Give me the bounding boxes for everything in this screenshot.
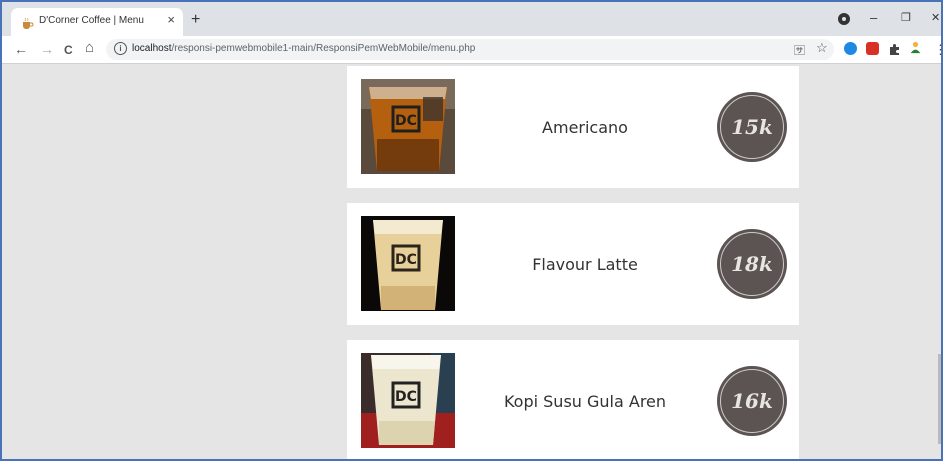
- address-bar[interactable]: i localhost/responsi-pemwebmobile1-main/…: [106, 39, 834, 60]
- americano-product-image: DC: [361, 79, 455, 174]
- price-text: 15k: [731, 115, 773, 139]
- chrome-profile-icon[interactable]: [838, 13, 850, 25]
- product-name: Kopi Susu Gula Aren: [503, 391, 667, 411]
- browser-window: D'Corner Coffee | Menu × + – ❐ ✕ ← → C ⌂…: [0, 0, 943, 461]
- svg-text:DC: DC: [395, 252, 417, 268]
- tab-menu[interactable]: D'Corner Coffee | Menu ×: [11, 8, 183, 36]
- menu-page: DC Americano 15k DC Flavour Latte 18k DC…: [2, 64, 941, 459]
- site-info-icon[interactable]: i: [114, 42, 127, 55]
- home-button[interactable]: ⌂: [85, 40, 94, 56]
- back-button[interactable]: ←: [14, 41, 28, 57]
- reload-button[interactable]: C: [64, 42, 73, 58]
- url-host: localhost: [132, 43, 172, 54]
- svg-text:DC: DC: [395, 389, 417, 405]
- close-window-button[interactable]: ✕: [931, 10, 940, 26]
- tab-close-icon[interactable]: ×: [167, 13, 175, 27]
- product-name: Americano: [542, 117, 628, 137]
- menu-item-card[interactable]: DC Americano 15k: [347, 66, 799, 188]
- profile-avatar-icon[interactable]: [909, 41, 922, 54]
- svg-text:DC: DC: [395, 113, 417, 129]
- coffee-favicon-icon: [23, 17, 34, 29]
- page-scrollbar[interactable]: [938, 354, 941, 444]
- bookmark-star-icon[interactable]: ☆: [816, 40, 828, 56]
- browser-menu-icon[interactable]: ⋮: [934, 42, 941, 58]
- price-badge: 18k: [717, 229, 787, 299]
- price-badge: 15k: [717, 92, 787, 162]
- flavour-latte-product-image: DC: [361, 216, 455, 311]
- tab-title: D'Corner Coffee | Menu: [39, 15, 144, 26]
- price-text: 16k: [731, 389, 773, 413]
- menu-item-card[interactable]: DC Flavour Latte 18k: [347, 203, 799, 325]
- kopi-susu-gula-aren-product-image: DC: [361, 353, 455, 448]
- translate-icon[interactable]: 🈂: [794, 42, 805, 58]
- url-path: /responsi-pemwebmobile1-main/ResponsiPem…: [171, 43, 476, 54]
- browser-toolbar: ← → C ⌂ i localhost/responsi-pemwebmobil…: [2, 36, 941, 64]
- minimize-button[interactable]: –: [870, 10, 877, 26]
- restore-button[interactable]: ❐: [901, 10, 911, 26]
- tab-strip: D'Corner Coffee | Menu × + – ❐ ✕: [2, 2, 941, 36]
- extensions-puzzle-icon[interactable]: [888, 43, 901, 56]
- product-name: Flavour Latte: [532, 254, 638, 274]
- new-tab-button[interactable]: +: [191, 12, 200, 28]
- menu-item-card[interactable]: DC Kopi Susu Gula Aren 16k: [347, 340, 799, 459]
- extension-red-icon[interactable]: [866, 42, 879, 55]
- extension-blue-icon[interactable]: [844, 42, 857, 55]
- price-badge: 16k: [717, 366, 787, 436]
- price-text: 18k: [731, 252, 773, 276]
- url-text: localhost/responsi-pemwebmobile1-main/Re…: [132, 43, 475, 54]
- forward-button[interactable]: →: [40, 41, 54, 57]
